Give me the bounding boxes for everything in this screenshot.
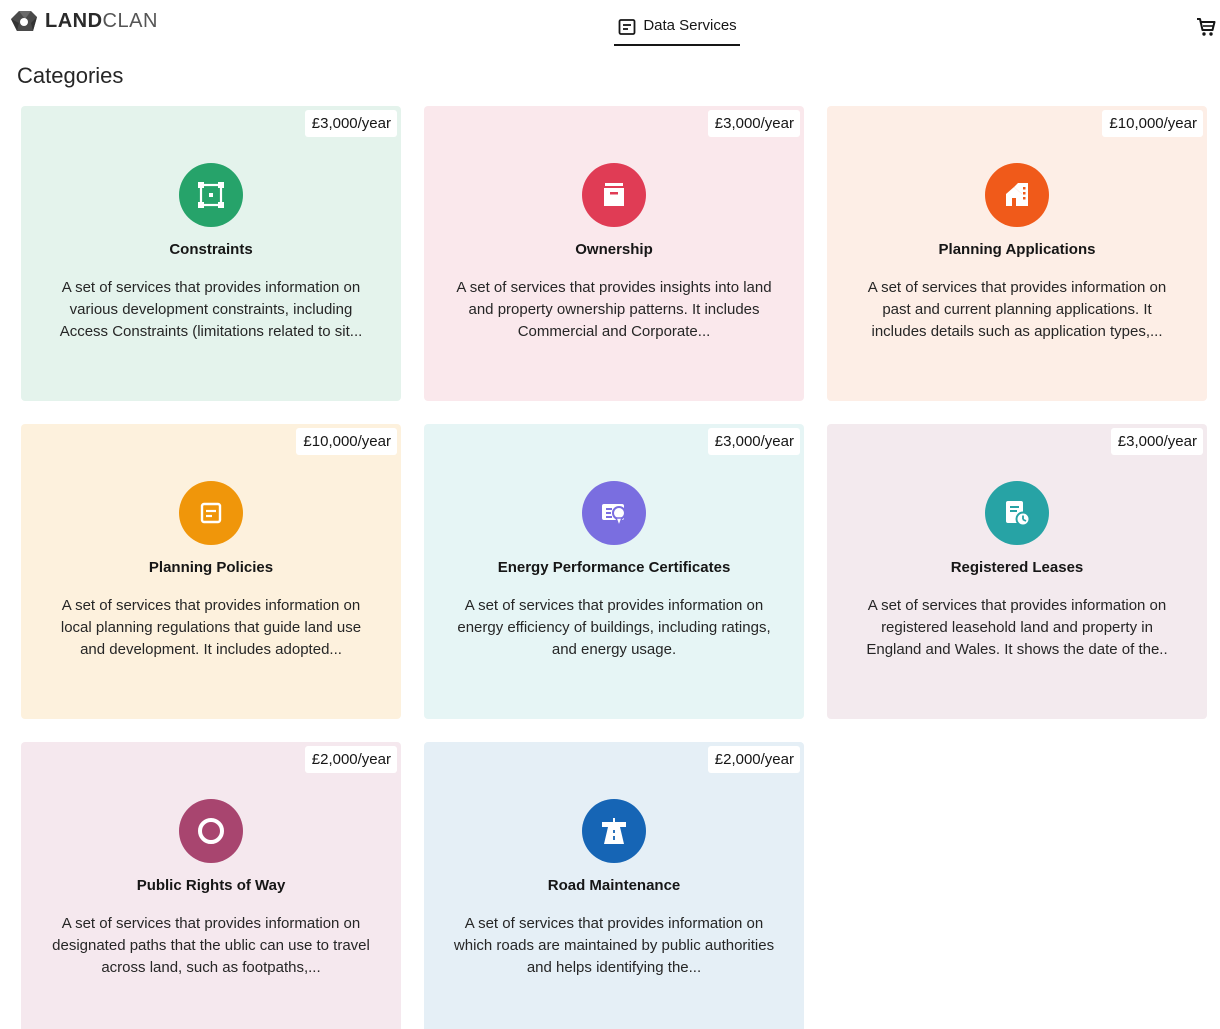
price-badge: £10,000/year [296,428,397,455]
card-description: A set of services that provides informat… [866,597,1168,658]
price-badge: £2,000/year [304,746,397,773]
card-title: Energy Performance Certificates [497,559,731,576]
price-badge: £3,000/year [707,428,800,455]
category-card-constraints[interactable]: £3,000/year Constraints A set of service… [21,106,401,401]
card-title: Planning Policies [148,559,274,576]
top-bar: LANDCLAN Data Services [0,0,1220,50]
card-description: A set of services that provides informat… [457,597,771,658]
tab-data-services[interactable]: Data Services [614,12,740,46]
card-title: Public Rights of Way [136,877,286,894]
archive-box-icon [604,183,624,206]
card-description: A set of services that provides informat… [453,915,775,976]
category-icon-wrap [582,163,646,227]
category-card-ownership[interactable]: £3,000/year Ownership A set of services … [424,106,804,401]
tab-data-services-label: Data Services [643,17,737,34]
category-icon-wrap [985,481,1049,545]
ring-icon [198,818,224,844]
card-description: A set of services that provides insights… [456,279,772,340]
card-description: A set of services that provides informat… [59,279,363,340]
house-building-icon [1006,183,1028,206]
card-description: A set of services that provides informat… [52,915,370,976]
category-icon-wrap [179,799,243,863]
price-badge: £3,000/year [707,110,800,137]
category-icon-wrap [582,481,646,545]
category-card-road-maintenance[interactable]: £2,000/year Road Maintenance A set of se… [424,742,804,1029]
category-icon-wrap [985,163,1049,227]
category-icon-wrap [179,163,243,227]
price-badge: £3,000/year [1110,428,1203,455]
document-list-icon [200,502,222,524]
card-title: Ownership [575,241,653,258]
brand-name-light: CLAN [102,10,158,32]
category-card-planning-policies[interactable]: £10,000/year Planning Policies A set of … [21,424,401,719]
brand-logo[interactable]: LANDCLAN [9,9,158,33]
brand-name-bold: LAND [45,10,103,32]
road-sign-icon [602,818,626,844]
page-title: Categories [17,63,124,88]
card-title: Road Maintenance [547,877,681,894]
card-title: Registered Leases [950,559,1084,576]
category-card-registered-leases[interactable]: £3,000/year Registered Leases A set of s… [827,424,1207,719]
price-badge: £3,000/year [304,110,397,137]
price-badge: £10,000/year [1102,110,1203,137]
brand-name: LANDCLAN [45,9,158,33]
category-card-public-rights-of-way[interactable]: £2,000/year Public Rights of Way A set o… [21,742,401,1029]
category-icon-wrap [179,481,243,545]
category-icon-wrap [582,799,646,863]
card-description: A set of services that provides informat… [867,279,1167,340]
document-clock-icon [1006,501,1031,527]
cart-icon[interactable] [1195,16,1217,38]
price-badge: £2,000/year [707,746,800,773]
landclan-logo-icon [11,11,37,31]
category-card-planning-applications[interactable]: £10,000/year Planning Applications A set… [827,106,1207,401]
select-box-icon [198,182,224,208]
card-title: Constraints [169,241,253,258]
category-card-energy-performance-certificates[interactable]: £3,000/year Energy Performance Certifica… [424,424,804,719]
card-description: A set of services that provides informat… [60,597,362,658]
certificate-badge-icon [602,504,626,529]
data-services-icon [618,19,636,35]
card-title: Planning Applications [938,241,1096,258]
